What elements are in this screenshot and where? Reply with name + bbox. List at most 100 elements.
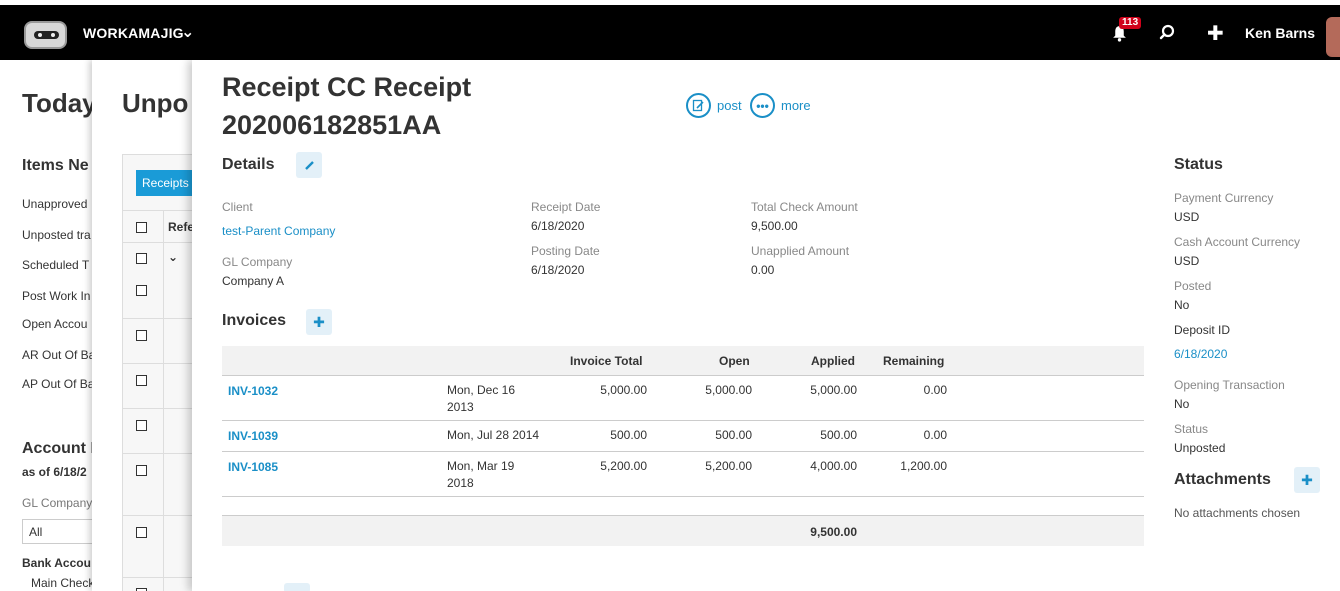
invoice-date-year: 2013 [447,400,474,414]
list-item[interactable]: Scheduled T [22,258,89,272]
more-label: more [781,98,811,113]
col-remaining: Remaining [883,354,945,368]
applied-total: 9,500.00 [810,525,857,539]
invoice-date: Mon, Jul 28 2014 [447,428,540,442]
row-checkbox[interactable] [136,465,147,476]
invoice-date: Mon, Dec 16 [447,383,516,397]
posted-value: No [1174,298,1190,312]
opening-transaction-label: Opening Transaction [1174,378,1285,392]
table-header: Invoice Total Open Applied Remaining [222,346,1144,376]
status-label: Status [1174,422,1209,436]
opening-transaction-value: No [1174,397,1190,411]
avatar[interactable] [1326,17,1340,57]
unposted-page: Unpo Receipts Refe ⌄ [92,60,192,591]
app-logo-icon[interactable] [24,21,67,49]
invoice-total: 5,200.00 [600,459,647,473]
page-title: Today [22,88,92,118]
add-section-button[interactable] [284,583,310,591]
invoice-total: 500.00 [610,428,647,442]
more-icon: ••• [750,93,775,118]
invoice-link[interactable]: INV-1039 [228,429,278,443]
invoice-remaining: 0.00 [923,428,947,442]
list-item[interactable]: Open Accou [22,317,87,331]
gl-company-label: GL Company [222,255,293,269]
as-of-date: as of 6/18/2 [22,465,87,479]
post-edit-icon [686,93,711,118]
invoice-link[interactable]: INV-1085 [228,460,278,474]
more-button[interactable]: ••• more [750,93,811,118]
chevron-down-icon[interactable]: ⌄ [181,22,194,42]
row-checkbox[interactable] [136,330,147,341]
user-name[interactable]: Ken Barns [1245,25,1315,41]
chevron-down-icon[interactable]: ⌄ [168,250,178,264]
posting-date-label: Posting Date [531,244,600,258]
items-heading: Items Ne [22,157,89,174]
invoice-applied[interactable]: 4,000.00 [810,459,857,473]
invoice-open: 500.00 [715,428,752,442]
notification-count-badge: 113 [1119,17,1142,29]
plus-icon: ✚ [1301,471,1313,488]
row-checkbox[interactable] [136,527,147,538]
col-open: Open [719,354,750,368]
add-invoice-button[interactable]: ✚ [306,309,332,335]
add-icon[interactable]: ✚ [1207,21,1224,46]
list-item[interactable]: Unapproved [22,197,87,211]
invoice-date: Mon, Mar 19 [447,459,515,473]
invoice-link[interactable]: INV-1032 [228,384,278,398]
gl-company-select[interactable]: All [22,519,92,544]
posting-date-value: 6/18/2020 [531,263,585,277]
post-label: post [717,98,742,113]
pencil-icon [304,160,314,170]
reference-column-header[interactable]: Refe [168,220,192,234]
invoice-applied[interactable]: 500.00 [820,428,857,442]
col-applied: Applied [811,354,855,368]
payment-currency-label: Payment Currency [1174,191,1274,205]
post-button[interactable]: post [686,93,742,118]
invoice-applied[interactable]: 5,000.00 [810,383,857,397]
deposit-id-label: Deposit ID [1174,323,1231,337]
deposit-id-link[interactable]: 6/18/2020 [1174,347,1227,361]
client-label: Client [222,200,253,214]
list-item[interactable]: Post Work In [22,289,90,303]
client-link[interactable]: test-Parent Company [222,224,335,238]
receipt-date-label: Receipt Date [531,200,601,214]
total-check-amount-label: Total Check Amount [751,200,858,214]
tab-receipts[interactable]: Receipts [136,170,192,196]
list-item[interactable]: Unposted tra [22,228,91,242]
attachments-heading: Attachments [1174,471,1271,488]
gl-company-value: Company A [222,274,285,288]
invoice-total: 5,000.00 [600,383,647,397]
table-row: INV-1085 Mon, Mar 19 2018 5,200.00 5,200… [222,452,1144,497]
plus-icon: ✚ [313,313,325,330]
receipt-date-value: 6/18/2020 [531,219,585,233]
invoices-heading: Invoices [222,312,287,329]
invoice-date-year: 2018 [447,476,474,490]
select-all-checkbox[interactable] [136,222,147,233]
invoice-open: 5,200.00 [705,459,752,473]
unapplied-amount-value: 0.00 [751,263,775,277]
invoice-open: 5,000.00 [705,383,752,397]
cash-account-currency-value: USD [1174,254,1200,268]
row-checkbox[interactable] [136,375,147,386]
total-check-amount-value: 9,500.00 [751,219,798,233]
unapplied-amount-label: Unapplied Amount [751,244,850,258]
search-icon[interactable] [1159,24,1176,41]
row-checkbox[interactable] [136,253,147,264]
row-checkbox[interactable] [136,420,147,431]
list-item[interactable]: AP Out Of Ba [22,377,92,391]
brand-name[interactable]: WORKAMAJIG [83,25,184,41]
receipt-detail-panel: Receipt CC Receipt 202006182851AA post •… [192,60,1340,591]
no-attachments-text: No attachments chosen [1174,506,1301,520]
invoices-table: Invoice Total Open Applied Remaining INV… [222,346,1144,546]
status-heading: Status [1174,156,1223,173]
main-checking-item[interactable]: Main Check [31,576,92,590]
background-dashboard: Today Items Ne Unapproved Unposted tra S… [0,60,92,591]
list-item[interactable]: AR Out Of Ba [22,348,92,362]
posted-label: Posted [1174,279,1212,293]
gl-company-label: GL Company [22,496,92,510]
edit-details-button[interactable] [296,152,322,178]
table-row: INV-1032 Mon, Dec 16 2013 5,000.00 5,000… [222,376,1144,421]
receipt-title: Receipt CC Receipt 202006182851AA [222,72,472,140]
row-checkbox[interactable] [136,285,147,296]
add-attachment-button[interactable]: ✚ [1294,467,1320,493]
